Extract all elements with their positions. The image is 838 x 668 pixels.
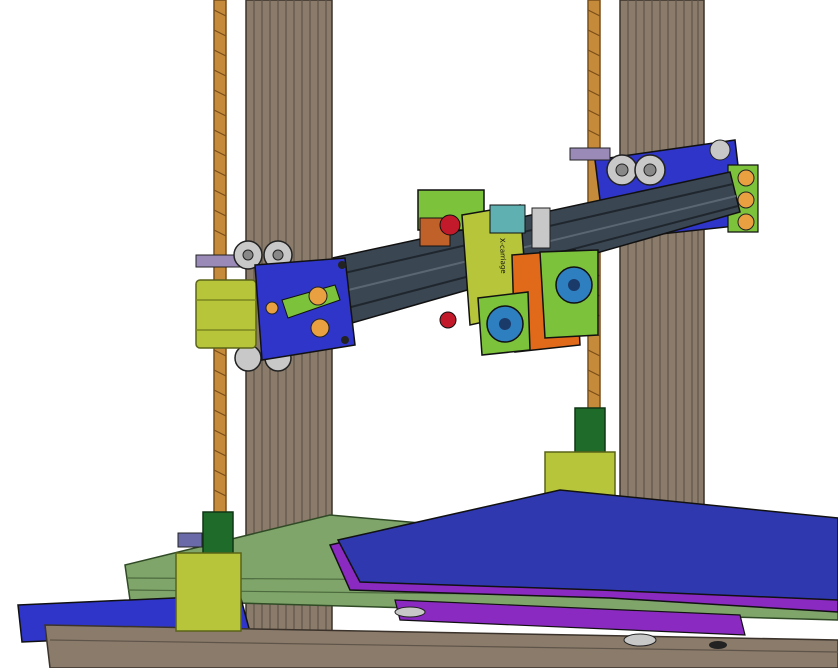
right-vertical-extrusion [619,0,705,521]
x-motor [195,279,257,349]
left-z-motor [175,511,242,632]
printer-render: X-carriage [17,0,838,668]
carriage-label: X-carriage [498,238,507,274]
right-z-motor [544,407,616,498]
left-gantry-plate [254,257,356,361]
print-bed [328,489,838,649]
